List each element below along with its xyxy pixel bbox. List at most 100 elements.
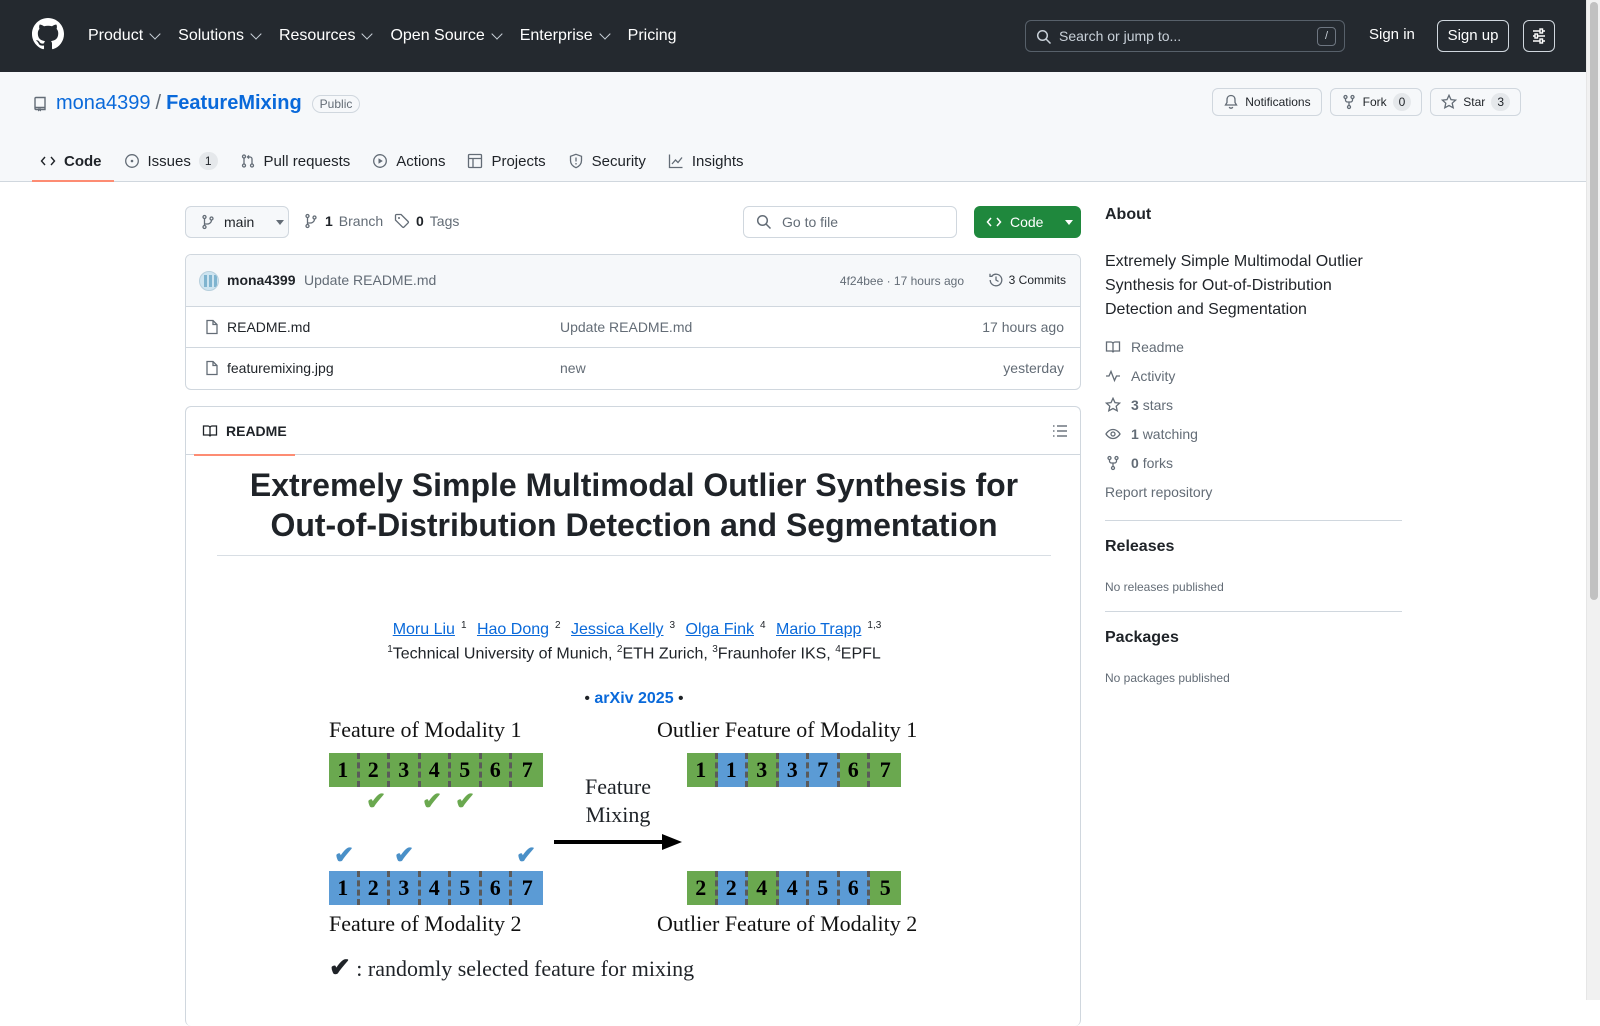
history-icon (989, 273, 1003, 287)
latest-commit: mona4399 Update README.md 4f24bee · 17 h… (186, 255, 1080, 307)
sign-in-link[interactable]: Sign in (1369, 26, 1415, 43)
nav-open-source-label: Open Source (390, 27, 485, 44)
author-affil-sup: 3 (669, 620, 676, 631)
search-icon (756, 214, 772, 230)
commit-message[interactable]: Update README.md (304, 272, 436, 288)
watchers-link[interactable]: 1 watching (1105, 426, 1198, 442)
file-row[interactable]: README.md Update README.md 17 hours ago (186, 307, 1080, 348)
global-search-input[interactable]: Search or jump to... / (1025, 20, 1345, 52)
tags-link[interactable]: 0 Tags (394, 213, 459, 229)
page-scrollbar[interactable] (1586, 0, 1600, 1000)
readme-venue: • arXiv 2025 • (186, 690, 1082, 708)
readme-tab[interactable]: README (194, 407, 295, 456)
feature-cell: 7 (870, 753, 901, 787)
author-link[interactable]: Moru Liu (393, 621, 455, 638)
git-branch-icon (202, 214, 214, 230)
feature-cell: 5 (809, 871, 840, 905)
check-mark-icon: ✔ (516, 843, 537, 869)
caret-down-icon (276, 219, 285, 225)
nav-enterprise[interactable]: Enterprise (520, 27, 611, 45)
author-link[interactable]: Mario Trapp (776, 621, 861, 638)
file-commit-message[interactable]: Update README.md (560, 319, 692, 335)
tab-code[interactable]: Code (32, 140, 114, 182)
nav-resources[interactable]: Resources (278, 27, 374, 45)
file-name[interactable]: README.md (227, 319, 310, 335)
nav-solutions[interactable]: Solutions (178, 27, 262, 45)
forks-link[interactable]: 0 forks (1105, 455, 1173, 471)
tab-projects[interactable]: Projects (459, 140, 557, 182)
commit-hash-time[interactable]: 4f24bee · 17 hours ago (840, 274, 964, 288)
releases-heading[interactable]: Releases (1105, 538, 1174, 556)
author-link[interactable]: Olga Fink (686, 621, 754, 638)
table-icon (468, 153, 483, 169)
repo-name-link[interactable]: FeatureMixing (166, 92, 302, 115)
fork-button[interactable]: Fork 0 (1329, 88, 1423, 116)
file-icon (206, 360, 218, 376)
nav-product[interactable]: Product (88, 27, 161, 45)
file-icon (206, 319, 218, 335)
feature-cell: 4 (748, 871, 779, 905)
repo-owner-link[interactable]: mona4399 (56, 92, 151, 115)
sidebar-divider (1105, 520, 1402, 521)
tab-issues[interactable]: Issues 1 (116, 140, 230, 182)
tab-insights[interactable]: Insights (660, 140, 756, 182)
feature-cell: 3 (390, 753, 421, 787)
author-name: Jessica Kelly (571, 621, 664, 639)
author-link[interactable]: Jessica Kelly (571, 621, 663, 638)
commits-history-link[interactable]: 3 Commits (988, 272, 1066, 288)
visibility-badge: Public (311, 94, 361, 113)
code-dropdown-button[interactable]: Code (974, 206, 1081, 238)
author-name: Moru Liu (392, 621, 455, 639)
star-count: 3 (1491, 93, 1510, 111)
file-row[interactable]: featuremixing.jpg new yesterday (186, 348, 1080, 389)
branches-link[interactable]: 1 Branch (303, 213, 383, 229)
bell-icon (1224, 94, 1238, 109)
forks-count: 0 (1131, 455, 1139, 471)
go-to-file-input[interactable]: Go to file (743, 206, 957, 238)
feature-cell: 4 (420, 871, 451, 905)
readme-panel: README Extremely Simple Multimodal Outli… (185, 406, 1081, 1026)
global-header: Product Solutions Resources Open Source … (0, 0, 1586, 72)
affil-name: Fraunhofer IKS, (717, 645, 831, 663)
packages-heading[interactable]: Packages (1105, 629, 1179, 647)
readme-link[interactable]: Readme (1105, 339, 1184, 355)
github-logo-icon[interactable] (32, 18, 64, 50)
file-commit-message[interactable]: new (560, 360, 586, 376)
scrollbar-thumb[interactable] (1590, 2, 1598, 600)
readme-title: Extremely Simple Multimodal Outlier Synt… (217, 465, 1051, 556)
arxiv-link[interactable]: arXiv 2025 (594, 690, 673, 707)
report-repository-link[interactable]: Report repository (1105, 484, 1212, 500)
tab-pull-requests[interactable]: Pull requests (232, 140, 363, 182)
file-commit-time: yesterday (1003, 360, 1064, 376)
shield-icon (569, 153, 582, 169)
star-button[interactable]: Star 3 (1430, 88, 1521, 116)
file-list: mona4399 Update README.md 4f24bee · 17 h… (185, 254, 1081, 390)
sign-up-button[interactable]: Sign up (1437, 20, 1509, 52)
settings-menu-button[interactable] (1523, 20, 1555, 52)
feature-cell: 3 (748, 753, 779, 787)
commit-author[interactable]: mona4399 (227, 272, 295, 288)
nav-pricing[interactable]: Pricing (628, 27, 677, 45)
fork-icon (1107, 455, 1119, 471)
file-name[interactable]: featuremixing.jpg (227, 360, 334, 376)
branch-select-button[interactable]: main (185, 206, 289, 238)
book-icon (1105, 341, 1121, 353)
nav-resources-label: Resources (278, 27, 356, 44)
tab-projects-label: Projects (491, 152, 546, 170)
tab-security[interactable]: Security (560, 140, 658, 182)
tag-icon (394, 213, 410, 229)
report-repository-label: Report repository (1105, 484, 1213, 500)
tab-actions[interactable]: Actions (364, 140, 457, 182)
activity-link[interactable]: Activity (1105, 368, 1175, 384)
about-description: Extremely Simple Multimodal Outlier Synt… (1105, 253, 1363, 318)
list-unordered-icon[interactable] (1052, 423, 1068, 439)
avatar[interactable] (199, 271, 219, 291)
tab-security-label: Security (591, 152, 646, 170)
feature-cell: 2 (717, 871, 748, 905)
author-link[interactable]: Hao Dong (477, 621, 549, 638)
nav-open-source[interactable]: Open Source (390, 27, 503, 45)
mix-label-line-1: Feature (585, 774, 651, 799)
stars-link[interactable]: 3 stars (1105, 397, 1173, 413)
notifications-button[interactable]: Notifications (1212, 88, 1322, 116)
forks-label: forks (1142, 455, 1174, 471)
